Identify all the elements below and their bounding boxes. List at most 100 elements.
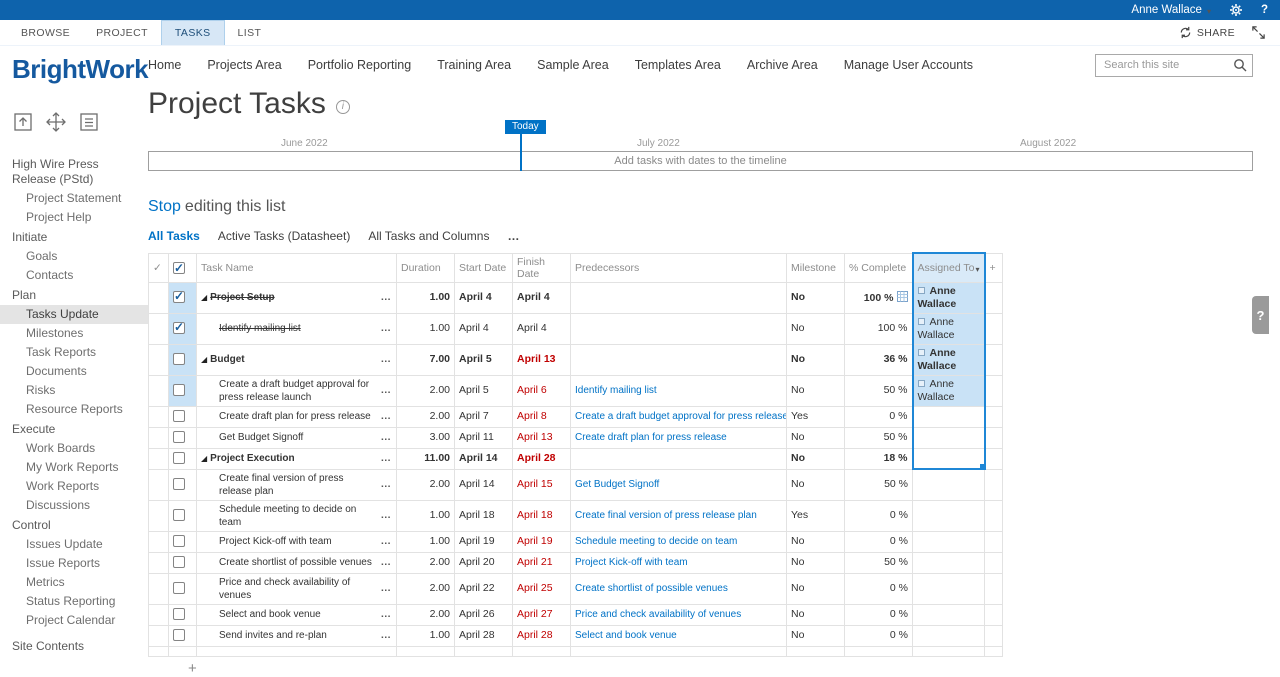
percent-complete-cell[interactable]: 0 % bbox=[845, 604, 913, 625]
new-row-cell[interactable] bbox=[197, 646, 397, 656]
row-checkbox[interactable] bbox=[173, 509, 185, 521]
sidebar-item-issue-reports[interactable]: Issue Reports bbox=[0, 554, 148, 573]
finish-date-cell[interactable]: April 21 bbox=[513, 552, 571, 573]
finish-date-cell[interactable]: April 4 bbox=[513, 282, 571, 313]
milestone-cell[interactable]: No bbox=[787, 375, 845, 406]
sidebar-item-project-help[interactable]: Project Help bbox=[0, 208, 148, 227]
settings-gear-icon[interactable] bbox=[1229, 3, 1243, 17]
row-select-cell[interactable] bbox=[169, 500, 197, 531]
info-icon[interactable] bbox=[336, 100, 350, 114]
start-date-cell[interactable]: April 26 bbox=[455, 604, 513, 625]
milestone-cell[interactable]: No bbox=[787, 282, 845, 313]
task-name-cell[interactable]: Project Kick-off with team… bbox=[197, 531, 397, 552]
stop-editing-link[interactable]: Stop bbox=[148, 198, 181, 215]
view-active-tasks-datasheet[interactable]: Active Tasks (Datasheet) bbox=[218, 229, 351, 243]
row-select-cell[interactable] bbox=[169, 531, 197, 552]
row-select-cell[interactable] bbox=[169, 448, 197, 469]
finish-date-cell[interactable]: April 6 bbox=[513, 375, 571, 406]
predecessor-link[interactable]: Create draft plan for press release bbox=[575, 432, 727, 443]
row-checkbox[interactable] bbox=[173, 556, 185, 568]
milestone-cell[interactable]: No bbox=[787, 313, 845, 344]
sidebar-item-contacts[interactable]: Contacts bbox=[0, 266, 148, 285]
sidebar-item-work-boards[interactable]: Work Boards bbox=[0, 439, 148, 458]
task-name-cell[interactable]: ◢Project Setup… bbox=[197, 282, 397, 313]
view-all-tasks[interactable]: All Tasks bbox=[148, 229, 200, 243]
topnav-archive-area[interactable]: Archive Area bbox=[747, 58, 818, 72]
new-row-cell[interactable] bbox=[397, 646, 455, 656]
sidebar-item-goals[interactable]: Goals bbox=[0, 247, 148, 266]
row-checkbox[interactable] bbox=[173, 452, 185, 464]
start-date-cell[interactable]: April 4 bbox=[455, 282, 513, 313]
percent-complete-cell[interactable]: 100 % bbox=[845, 313, 913, 344]
percent-complete-cell[interactable]: 18 % bbox=[845, 448, 913, 469]
ribbon-tab-tasks[interactable]: TASKS bbox=[161, 20, 225, 45]
sidebar-item-work-reports[interactable]: Work Reports bbox=[0, 477, 148, 496]
user-menu[interactable]: Anne Wallace ▾ bbox=[1131, 4, 1211, 16]
new-row-cell[interactable] bbox=[455, 646, 513, 656]
duration-cell[interactable]: 1.00 bbox=[397, 282, 455, 313]
column-header-predecessors[interactable]: Predecessors bbox=[571, 253, 787, 282]
task-menu-button[interactable]: … bbox=[381, 431, 393, 444]
task-menu-button[interactable]: … bbox=[381, 608, 393, 621]
start-date-cell[interactable]: April 4 bbox=[455, 313, 513, 344]
assigned-to-cell[interactable]: Anne Wallace bbox=[913, 375, 985, 406]
new-row-cell[interactable] bbox=[169, 646, 197, 656]
row-checkbox[interactable] bbox=[173, 582, 185, 594]
milestone-cell[interactable]: Yes bbox=[787, 406, 845, 427]
assigned-to-cell[interactable]: Anne Wallace bbox=[913, 344, 985, 375]
ribbon-tab-list[interactable]: LIST bbox=[225, 20, 275, 45]
publish-icon[interactable] bbox=[12, 111, 34, 133]
duration-cell[interactable]: 1.00 bbox=[397, 500, 455, 531]
topnav-projects-area[interactable]: Projects Area bbox=[207, 58, 281, 72]
assigned-to-cell[interactable]: Anne Wallace bbox=[913, 313, 985, 344]
new-row-cell[interactable] bbox=[787, 646, 845, 656]
duration-cell[interactable]: 3.00 bbox=[397, 427, 455, 448]
task-name-cell[interactable]: Schedule meeting to decide on team… bbox=[197, 500, 397, 531]
ribbon-tab-browse[interactable]: BROWSE bbox=[8, 20, 83, 45]
sidebar-item-initiate[interactable]: Initiate bbox=[0, 228, 148, 247]
duration-cell[interactable]: 2.00 bbox=[397, 406, 455, 427]
assigned-to-cell[interactable] bbox=[913, 500, 985, 531]
duration-cell[interactable]: 1.00 bbox=[397, 625, 455, 646]
task-menu-button[interactable]: … bbox=[381, 452, 393, 465]
predecessors-cell[interactable] bbox=[571, 282, 787, 313]
milestone-cell[interactable]: No bbox=[787, 469, 845, 500]
row-checkbox[interactable] bbox=[173, 384, 185, 396]
row-checkbox[interactable] bbox=[173, 322, 185, 334]
task-name-cell[interactable]: Send invites and re-plan… bbox=[197, 625, 397, 646]
start-date-cell[interactable]: April 5 bbox=[455, 344, 513, 375]
sidebar-item-project-calendar[interactable]: Project Calendar bbox=[0, 611, 148, 630]
row-checkbox[interactable] bbox=[173, 431, 185, 443]
duration-cell[interactable]: 2.00 bbox=[397, 604, 455, 625]
column-header-milestone[interactable]: Milestone bbox=[787, 253, 845, 282]
finish-date-cell[interactable]: April 13 bbox=[513, 427, 571, 448]
sidebar-item-resource-reports[interactable]: Resource Reports bbox=[0, 400, 148, 419]
assigned-to-cell[interactable]: Anne Wallace bbox=[913, 282, 985, 313]
add-item-icon[interactable]: + bbox=[188, 663, 202, 675]
sidebar-item-metrics[interactable]: Metrics bbox=[0, 573, 148, 592]
percent-complete-cell[interactable]: 0 % bbox=[845, 625, 913, 646]
duration-cell[interactable]: 1.00 bbox=[397, 531, 455, 552]
row-select-cell[interactable] bbox=[169, 604, 197, 625]
task-name-cell[interactable]: Create shortlist of possible venues… bbox=[197, 552, 397, 573]
duration-cell[interactable]: 11.00 bbox=[397, 448, 455, 469]
predecessor-link[interactable]: Create shortlist of possible venues bbox=[575, 583, 728, 594]
group-expanded-icon[interactable]: ◢ bbox=[201, 353, 207, 366]
task-menu-button[interactable]: … bbox=[381, 384, 393, 397]
start-date-cell[interactable]: April 14 bbox=[455, 469, 513, 500]
percent-complete-cell[interactable]: 0 % bbox=[845, 573, 913, 604]
new-row-cell[interactable] bbox=[985, 646, 1003, 656]
new-row-cell[interactable] bbox=[571, 646, 787, 656]
predecessors-cell[interactable] bbox=[571, 313, 787, 344]
assigned-to-cell[interactable] bbox=[913, 531, 985, 552]
task-name-cell[interactable]: Identify mailing list… bbox=[197, 313, 397, 344]
new-row-cell[interactable] bbox=[149, 646, 169, 656]
task-menu-button[interactable]: … bbox=[381, 629, 393, 642]
percent-complete-cell[interactable]: 0 % bbox=[845, 406, 913, 427]
sidebar-item-task-reports[interactable]: Task Reports bbox=[0, 343, 148, 362]
percent-complete-cell[interactable]: 50 % bbox=[845, 552, 913, 573]
new-row-cell[interactable] bbox=[913, 646, 985, 656]
group-expanded-icon[interactable]: ◢ bbox=[201, 452, 207, 465]
task-name-cell[interactable]: Create final version of press release pl… bbox=[197, 469, 397, 500]
predecessors-cell[interactable]: Project Kick-off with team bbox=[571, 552, 787, 573]
